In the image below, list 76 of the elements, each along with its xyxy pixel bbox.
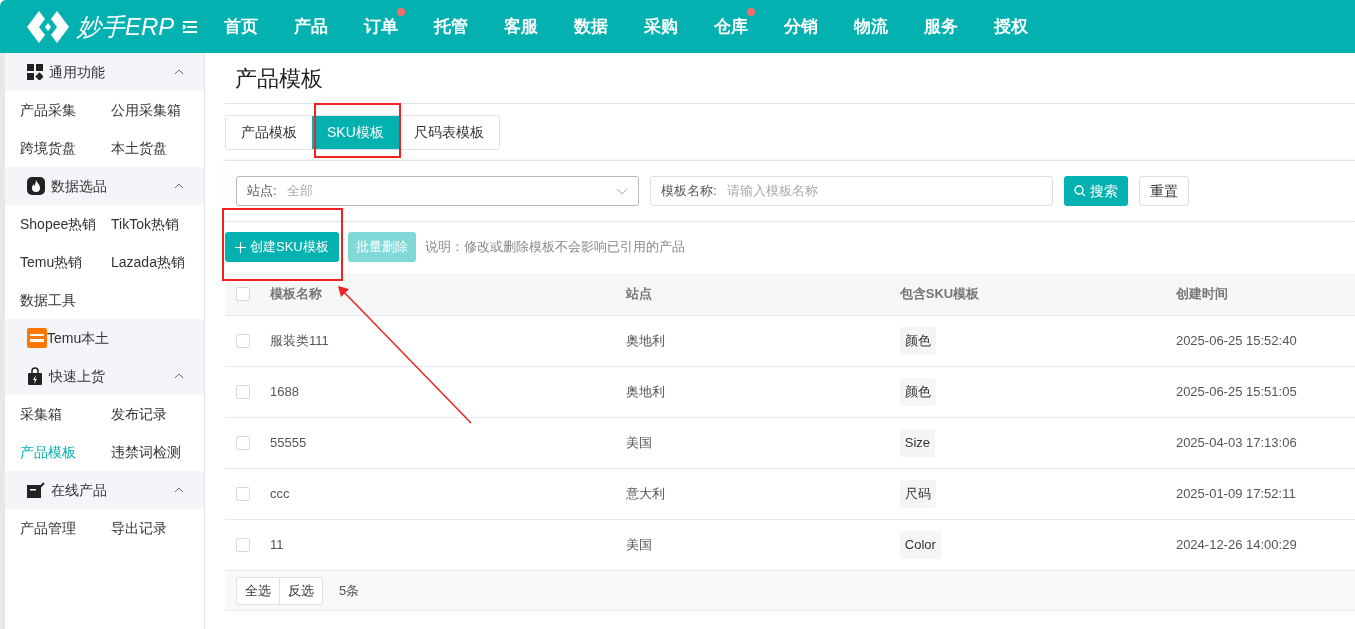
tag: Color [899, 531, 941, 559]
logo-text: 妙手ERP [77, 11, 175, 42]
table-cell-text: 2024-12-26 14:00:29 [1175, 536, 1297, 555]
flame-icon [27, 177, 45, 195]
sidebar-link[interactable]: 公用采集箱 [111, 99, 181, 121]
sidebar-group-header[interactable]: Temu本土 [5, 319, 204, 357]
table-cell-text: 奥地利 [625, 383, 665, 402]
sidebar-link[interactable]: Lazada热销 [111, 251, 185, 273]
sidebar-link[interactable]: 产品管理 [20, 517, 76, 539]
table-cell-text: 11 [270, 536, 284, 555]
sidebar-link[interactable]: 本土货盘 [111, 137, 167, 159]
checkbox[interactable] [236, 487, 250, 501]
page-title: 产品模板 [235, 64, 323, 93]
table-cell-text: 美国 [625, 434, 652, 453]
tag: 尺码 [899, 480, 936, 508]
select-value: 全部 [286, 182, 313, 201]
sidebar-link[interactable]: 发布记录 [111, 403, 167, 425]
group-title: 数据选品 [51, 176, 107, 196]
field-label: 模板名称: [661, 182, 717, 201]
table-cell-text: 2025-06-25 15:51:05 [1175, 383, 1297, 402]
column-header: 创建时间 [1175, 285, 1229, 304]
sidebar-link[interactable]: Temu热销 [20, 251, 83, 273]
sidebar-link[interactable]: 跨境货盘 [20, 137, 76, 159]
reset-button[interactable]: 重置 [1139, 176, 1189, 206]
chevron-down-icon [616, 187, 628, 195]
sidebar-group-header[interactable]: 快速上货 [5, 357, 204, 395]
field-label: 站点: [247, 182, 277, 201]
column-header: 站点 [625, 285, 653, 304]
group-title: 在线产品 [51, 480, 107, 500]
tag: 颜色 [899, 378, 936, 406]
sidebar-link[interactable]: 违禁词检测 [111, 441, 181, 463]
checkbox[interactable] [236, 334, 250, 348]
tag: 颜色 [899, 327, 936, 355]
table-cell-text: 2025-01-09 17:52:11 [1175, 485, 1296, 504]
column-header: 包含SKU模板 [899, 285, 981, 304]
invert-selection-button[interactable]: 反选 [280, 577, 322, 604]
sidebar-link[interactable]: 采集箱 [20, 403, 62, 425]
edit-icon [27, 482, 45, 498]
sidebar-group-header[interactable]: 数据选品 [5, 167, 204, 205]
table-cell-text: ccc [270, 485, 290, 504]
table-cell-text: 2025-04-03 17:13:06 [1175, 434, 1297, 453]
table-cell-text: 奥地利 [625, 332, 665, 351]
group-title: Temu本土 [47, 328, 110, 348]
checkbox[interactable] [236, 287, 250, 301]
sidebar-link[interactable]: TikTok热销 [111, 213, 179, 235]
table-cell-text: 服装类111 [270, 332, 329, 351]
table-cell-text: 美国 [625, 536, 652, 555]
name-field[interactable]: 模板名称: 请输入模板名称 [650, 176, 1053, 206]
menu-icon[interactable] [182, 20, 198, 33]
app-logo-icon [27, 328, 47, 348]
sidebar-link[interactable]: 数据工具 [20, 289, 76, 311]
table-cell-text: 1688 [270, 383, 299, 402]
sidebar-link[interactable]: 导出记录 [111, 517, 167, 539]
select-all-button[interactable]: 全选 [237, 577, 280, 604]
shopping-bag-icon [27, 367, 43, 385]
tag: Size [899, 429, 936, 457]
group-title: 通用功能 [49, 62, 105, 82]
checkbox[interactable] [236, 538, 250, 552]
sidebar-group-header[interactable]: 通用功能 [5, 53, 204, 91]
table-cell-text: 意大利 [625, 485, 665, 504]
site-select[interactable]: 站点: 全部 [236, 176, 639, 206]
note-text: 说明：修改或删除模板不会影响已引用的产品 [424, 238, 685, 257]
plus-icon [235, 241, 246, 253]
search-icon [1074, 185, 1086, 197]
row-count: 5条 [339, 581, 360, 600]
group-title: 快速上货 [49, 366, 105, 386]
sidebar-link[interactable]: 产品采集 [20, 99, 76, 121]
checkbox[interactable] [236, 436, 250, 450]
sidebar-link[interactable]: Shopee热销 [20, 213, 97, 235]
column-header: 模板名称 [270, 285, 324, 304]
table-cell-text: 2025-06-25 15:52:40 [1175, 332, 1297, 351]
table-cell-text: 55555 [270, 434, 307, 453]
sidebar-group-header[interactable]: 在线产品 [5, 471, 204, 509]
name-input[interactable]: 请输入模板名称 [726, 181, 1042, 201]
grid-icon [27, 64, 43, 80]
checkbox[interactable] [236, 385, 250, 399]
